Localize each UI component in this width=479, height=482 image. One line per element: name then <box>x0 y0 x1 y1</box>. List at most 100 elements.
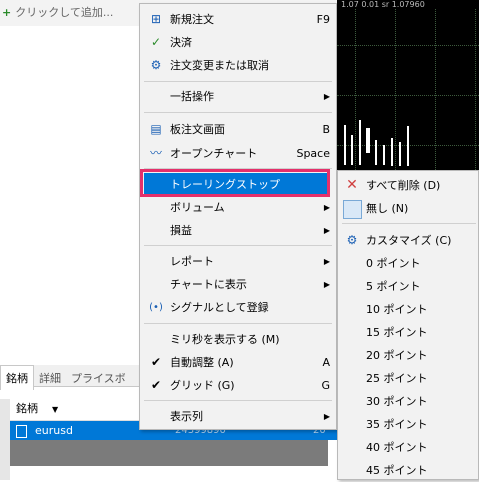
menu-item-label: 決済 <box>170 36 192 49</box>
gear-icon: ⚙ <box>346 233 358 247</box>
symbol-column-header[interactable]: 銘柄 ▼ <box>10 399 140 421</box>
submenu-item-label: カスタマイズ (C) <box>366 234 452 247</box>
chart-candle <box>407 126 409 166</box>
submenu-item-customize[interactable]: ⚙ カスタマイズ (C) <box>338 229 478 252</box>
submenu-item-label: 35 ポイント <box>366 418 428 431</box>
menu-separator <box>144 400 332 401</box>
plus-icon: + <box>2 6 12 19</box>
submenu-item-points[interactable]: 5 ポイント <box>338 275 478 298</box>
menu-item-show-on-chart[interactable]: チャートに表示 ▶ <box>140 273 336 296</box>
menu-item-volume[interactable]: ボリューム ▶ <box>140 196 336 219</box>
submenu-item-points[interactable]: 30 ポイント <box>338 390 478 413</box>
menu-item-bulk-operations[interactable]: 一括操作 ▶ <box>140 85 336 108</box>
gear-icon: ⚙ <box>150 58 162 72</box>
chart-candle <box>391 138 393 166</box>
chart-candle <box>366 128 370 153</box>
submenu-arrow-icon: ▶ <box>323 203 330 212</box>
check-icon: ✔ <box>150 355 162 369</box>
menu-item-close-position[interactable]: ✓ 決済 <box>140 31 336 54</box>
menu-item-label: 注文変更または取消 <box>170 59 269 72</box>
chart-grid-line <box>337 45 479 46</box>
chart-candle <box>351 135 353 165</box>
delete-x-icon: ✕ <box>346 177 358 193</box>
menu-item-columns[interactable]: 表示列 ▶ <box>140 405 336 428</box>
menu-item-grid[interactable]: ✔ グリッド (G) G <box>140 374 336 397</box>
menu-item-label: ミリ秒を表示する (M) <box>170 333 280 346</box>
menu-item-auto-arrange[interactable]: ✔ 自動調整 (A) A <box>140 351 336 374</box>
board-icon: ▤ <box>150 122 162 136</box>
sort-down-icon: ▼ <box>52 405 59 414</box>
menu-item-shortcut: A <box>322 356 330 369</box>
menu-item-new-order[interactable]: ⊞ 新規注文 F9 <box>140 8 336 31</box>
menu-item-shortcut: B <box>322 123 330 136</box>
menu-item-shortcut: G <box>321 379 330 392</box>
redacted-area <box>10 440 328 466</box>
submenu-item-label: 45 ポイント <box>366 464 428 477</box>
submenu-item-points[interactable]: 0 ポイント <box>338 252 478 275</box>
menu-item-board-order[interactable]: ▤ 板注文画面 B <box>140 118 336 141</box>
tab-price-board[interactable]: プライスボ <box>66 366 131 390</box>
check-icon: ✓ <box>150 35 162 49</box>
menu-item-label: 板注文画面 <box>170 123 225 136</box>
selected-box-icon <box>343 200 362 219</box>
menu-item-label: レポート <box>170 255 214 268</box>
check-icon: ✔ <box>150 378 162 392</box>
tab-details[interactable]: 詳細 <box>34 366 66 390</box>
submenu-arrow-icon: ▶ <box>323 280 330 289</box>
menu-item-shortcut: Space <box>296 147 330 160</box>
menu-item-label: シグナルとして登録 <box>170 301 269 314</box>
submenu-item-label: 5 ポイント <box>366 280 421 293</box>
side-panel-strip <box>0 399 10 480</box>
signal-icon: (•) <box>149 302 163 313</box>
submenu-arrow-icon: ▶ <box>323 226 330 235</box>
submenu-item-points[interactable]: 20 ポイント <box>338 344 478 367</box>
add-symbol-row[interactable]: + クリックして追加... <box>2 4 113 20</box>
submenu-item-label: 0 ポイント <box>366 257 421 270</box>
add-symbol-placeholder: クリックして追加... <box>15 6 114 19</box>
menu-item-label: グリッド (G) <box>170 379 235 392</box>
menu-separator <box>144 245 332 246</box>
submenu-item-label: 20 ポイント <box>366 349 428 362</box>
submenu-item-points[interactable]: 10 ポイント <box>338 298 478 321</box>
submenu-arrow-icon: ▶ <box>323 412 330 421</box>
submenu-item-points[interactable]: 25 ポイント <box>338 367 478 390</box>
menu-item-label: 表示列 <box>170 410 203 423</box>
submenu-arrow-icon: ▶ <box>323 92 330 101</box>
chart-candle <box>359 120 361 165</box>
submenu-item-none[interactable]: 無し (N) <box>338 197 478 220</box>
submenu-item-points[interactable]: 35 ポイント <box>338 413 478 436</box>
menu-item-label: 損益 <box>170 224 192 237</box>
submenu-item-label: 10 ポイント <box>366 303 428 316</box>
tab-symbols[interactable]: 銘柄 <box>0 365 34 390</box>
menu-item-report[interactable]: レポート ▶ <box>140 250 336 273</box>
menu-item-label: 自動調整 (A) <box>170 356 234 369</box>
menu-item-label: チャートに表示 <box>170 278 247 291</box>
submenu-arrow-icon: ▶ <box>323 257 330 266</box>
menu-item-register-signal[interactable]: (•) シグナルとして登録 <box>140 296 336 319</box>
menu-item-profit-loss[interactable]: 損益 ▶ <box>140 219 336 242</box>
chart-candle <box>383 145 385 165</box>
menu-item-shortcut: F9 <box>316 13 330 26</box>
submenu-item-points[interactable]: 40 ポイント <box>338 436 478 459</box>
menu-item-label: オープンチャート <box>170 147 258 160</box>
menu-item-open-chart[interactable]: 〰 オープンチャート Space <box>140 142 336 165</box>
symbol-icon <box>16 424 27 438</box>
menu-item-modify-order[interactable]: ⚙ 注文変更または取消 <box>140 54 336 77</box>
chart-candle <box>399 142 401 166</box>
submenu-item-label: すべて削除 (D) <box>366 179 441 192</box>
symbol-column-label: 銘柄 <box>16 402 38 415</box>
chart-grid-line <box>337 95 479 96</box>
menu-item-show-milliseconds[interactable]: ミリ秒を表示する (M) <box>140 328 336 351</box>
submenu-item-points[interactable]: 45 ポイント <box>338 459 478 479</box>
menu-item-label: ボリューム <box>170 201 225 214</box>
submenu-item-points[interactable]: 15 ポイント <box>338 321 478 344</box>
annotation-highlight-frame <box>140 169 330 197</box>
symbol-panel-tabs: 銘柄 詳細 プライスボ <box>0 365 140 390</box>
submenu-item-delete-all[interactable]: ✕ すべて削除 (D) <box>338 174 478 197</box>
trailing-stop-submenu: ✕ すべて削除 (D) 無し (N) ⚙ カスタマイズ (C) 0 ポイント 5… <box>337 170 479 480</box>
submenu-item-label: 25 ポイント <box>366 372 428 385</box>
chart-line-icon: 〰 <box>149 146 162 160</box>
menu-item-label: 新規注文 <box>170 13 214 26</box>
menu-item-label: 一括操作 <box>170 90 214 103</box>
submenu-item-label: 無し (N) <box>366 202 409 215</box>
